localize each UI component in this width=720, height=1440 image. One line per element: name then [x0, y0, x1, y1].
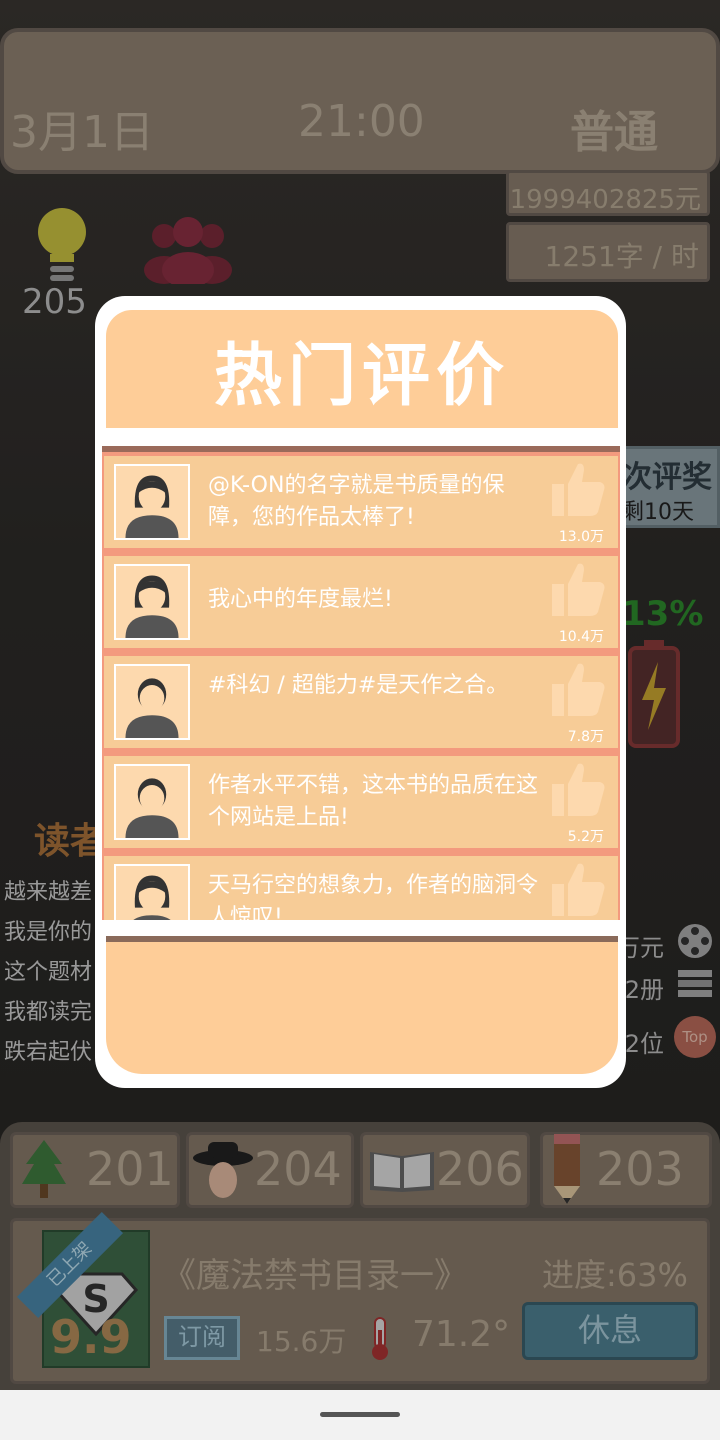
list-item: 作者水平不错，这本书的品质在这个网站是上品! 5.2万 [104, 756, 618, 848]
review-text: 作者水平不错，这本书的品质在这个网站是上品! [208, 773, 539, 830]
review-text: #科幻 / 超能力#是天作之合。 [208, 673, 509, 698]
thumbs-up-icon[interactable] [550, 460, 606, 518]
list-item: 天马行空的想象力，作者的脑洞令人惊叹! [104, 856, 618, 920]
female-avatar-icon [114, 564, 190, 640]
review-text: 我心中的年度最烂! [208, 587, 393, 612]
list-item: #科幻 / 超能力#是天作之合。 7.8万 [104, 656, 618, 748]
thumbs-up-icon[interactable] [550, 560, 606, 618]
female-avatar-icon [114, 864, 190, 920]
reviews-list[interactable]: @K-ON的名字就是书质量的保障，您的作品太棒了! 13.0万 我心中的年度最烂… [102, 446, 620, 920]
thumbs-up-icon[interactable] [550, 860, 606, 918]
list-top-divider [102, 446, 620, 452]
like-count: 5.2万 [567, 829, 604, 845]
like-count: 10.4万 [558, 629, 604, 645]
thumbs-up-icon[interactable] [550, 660, 606, 718]
thumbs-up-icon[interactable] [550, 760, 606, 818]
like-count: 13.0万 [558, 529, 604, 545]
review-text: 天马行空的想象力，作者的脑洞令人惊叹! [208, 873, 539, 920]
home-gesture-handle[interactable] [320, 1412, 400, 1417]
list-bottom-divider [106, 936, 618, 942]
like-count: 7.8万 [567, 729, 604, 745]
list-item: @K-ON的名字就是书质量的保障，您的作品太棒了! 13.0万 [104, 456, 618, 548]
male-avatar-icon [114, 764, 190, 840]
dialog-title: 热门评价 [213, 337, 510, 416]
list-item: 我心中的年度最烂! 10.4万 [104, 556, 618, 648]
dialog-footer [106, 938, 618, 1074]
female-avatar-icon [114, 464, 190, 540]
review-text: @K-ON的名字就是书质量的保障，您的作品太棒了! [208, 473, 505, 530]
male-avatar-icon [114, 664, 190, 740]
